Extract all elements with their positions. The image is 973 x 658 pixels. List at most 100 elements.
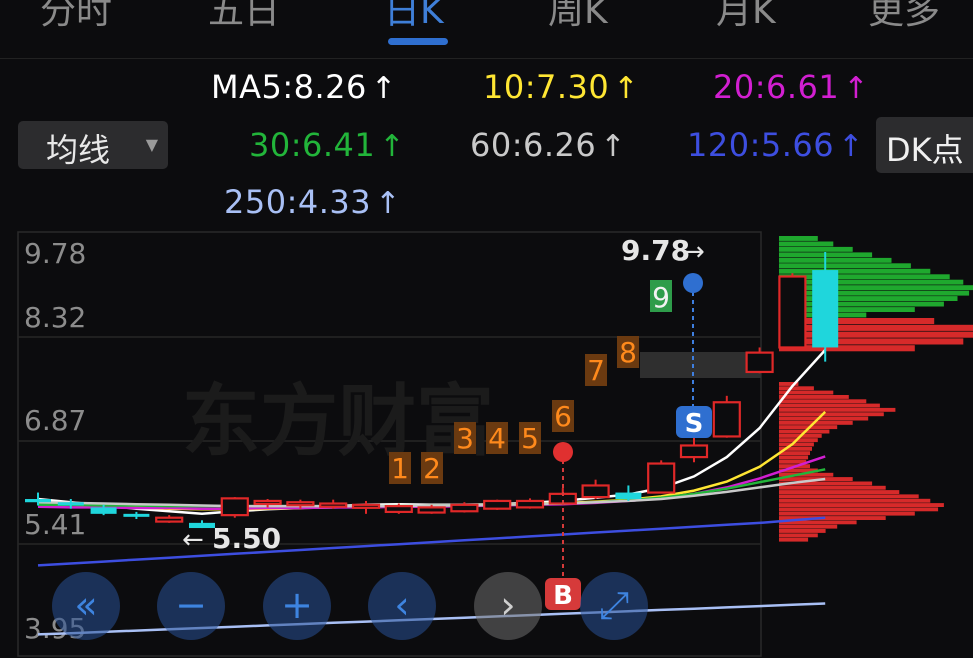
volume-profile-bar-red — [779, 524, 838, 529]
signal-number: 6 — [554, 400, 572, 433]
candle-body — [220, 497, 249, 517]
tab-weekly-k[interactable]: 周K — [548, 0, 608, 34]
plus-icon: + — [281, 583, 313, 627]
volume-profile-bar-green — [779, 236, 818, 241]
volume-profile-bar-green — [779, 290, 970, 296]
volume-profile — [779, 236, 973, 542]
volume-profile-bar-red — [779, 490, 900, 494]
ma60-indicator: 60:6.26 ↑ — [470, 126, 626, 164]
candle-body — [515, 499, 545, 509]
dk-point-button[interactable]: DK点 — [876, 117, 973, 173]
volume-profile-bar-red — [779, 399, 867, 404]
chevron-right-icon: › — [500, 583, 516, 627]
candle-body — [319, 502, 348, 508]
ma20-indicator: 20:6.61 ↑ — [713, 68, 869, 106]
candle-body — [155, 516, 184, 523]
volume-profile-bar-green — [779, 279, 964, 285]
up-arrow-icon: ↑ — [613, 71, 639, 106]
zoom-out-button[interactable]: − — [157, 572, 225, 640]
expand-icon: ⤢ — [598, 583, 630, 627]
chevron-left-icon: ‹ — [394, 583, 410, 627]
volume-profile-bar-green — [779, 241, 834, 247]
period-tab-bar: 分时 五日 日K 周K 月K 更多 — [0, 0, 973, 59]
signal-number: 7 — [587, 354, 605, 387]
high-price-arrow: → — [683, 237, 705, 267]
price-highlight-band — [640, 352, 761, 378]
scroll-right-button[interactable]: › — [474, 572, 542, 640]
y-tick-label: 6.87 — [24, 404, 86, 437]
signal-number: 5 — [521, 422, 539, 455]
signal-number: 8 — [619, 336, 637, 369]
volume-profile-bar-red — [779, 407, 896, 412]
y-tick-label: 8.32 — [24, 301, 86, 334]
signal-number: 4 — [488, 422, 506, 455]
up-arrow-icon: ↑ — [370, 71, 397, 106]
volume-profile-bar-green — [779, 268, 931, 274]
candle-body — [384, 505, 413, 514]
candle-body — [286, 501, 315, 507]
candle-body — [712, 401, 741, 438]
volume-profile-bar-green — [779, 263, 911, 269]
volume-profile-bar-red — [779, 529, 826, 533]
up-arrow-icon: ↑ — [600, 129, 626, 164]
tab-monthly-k[interactable]: 月K — [716, 0, 776, 34]
candle-body — [123, 513, 150, 517]
candle-body — [615, 492, 642, 500]
signal-number: 2 — [423, 452, 441, 485]
candle-body — [812, 270, 839, 348]
active-tab-underline — [388, 38, 448, 45]
candle-body — [581, 484, 610, 499]
volume-profile-bar-red — [779, 503, 944, 507]
ma5-indicator: MA5:8.26 ↑ — [211, 68, 397, 106]
buy-signal-dot — [553, 442, 573, 462]
buy-marker-label: B — [553, 581, 573, 611]
watermark-text: 东方财富 — [182, 377, 494, 467]
signal-number: 1 — [391, 452, 409, 485]
volume-profile-bar-red — [779, 412, 884, 417]
candle-body — [351, 503, 381, 509]
ma10-indicator: 10:7.30 ↑ — [483, 68, 639, 106]
candle-body — [417, 506, 446, 514]
candle-body — [778, 275, 807, 349]
candle-body — [90, 507, 117, 514]
indicator-dropdown[interactable]: 均线 ▼ — [18, 121, 168, 169]
volume-profile-bar-red — [779, 537, 809, 542]
volume-profile-bar-red — [779, 451, 810, 456]
tab-five-day[interactable]: 五日 — [208, 0, 280, 34]
sell-signal-dot — [683, 273, 703, 293]
up-arrow-icon: ↑ — [379, 129, 405, 164]
fullscreen-button[interactable]: ⤢ — [580, 572, 648, 640]
volume-profile-bar-red — [779, 403, 880, 408]
signal-number: 9 — [652, 281, 670, 314]
volume-profile-bar-red — [779, 442, 814, 447]
candle-body — [483, 499, 512, 510]
volume-profile-bar-green — [779, 285, 973, 291]
candle-body — [745, 351, 774, 374]
up-arrow-icon: ↑ — [843, 71, 869, 106]
y-tick-label: 5.41 — [24, 508, 86, 541]
candle-body — [57, 502, 84, 506]
minus-icon: − — [175, 583, 207, 627]
zoom-in-button[interactable]: + — [263, 572, 331, 640]
volume-profile-bar-red — [779, 324, 973, 331]
tab-more[interactable]: 更多 — [868, 0, 940, 34]
volume-profile-bar-red — [779, 507, 939, 512]
candle-body — [679, 444, 709, 459]
low-price-label: 5.50 — [212, 522, 281, 555]
tab-intraday[interactable]: 分时 — [40, 0, 112, 34]
ma120-indicator: 120:5.66 ↑ — [687, 126, 864, 164]
double-chevron-left-icon: « — [74, 583, 98, 627]
rewind-button[interactable]: « — [52, 572, 120, 640]
tab-daily-k[interactable]: 日K — [384, 0, 444, 34]
volume-profile-bar-red — [779, 485, 886, 490]
ma30-indicator: 30:6.41 ↑ — [249, 126, 405, 164]
candle-body — [450, 503, 479, 513]
volume-profile-bar-red — [779, 416, 869, 421]
volume-profile-bar-red — [779, 494, 919, 499]
scroll-left-button[interactable]: ‹ — [368, 572, 436, 640]
volume-profile-bar-red — [779, 386, 814, 391]
high-price-label: 9.78 — [621, 234, 690, 267]
up-arrow-icon: ↑ — [375, 186, 401, 221]
volume-profile-bar-red — [779, 511, 915, 516]
volume-profile-bar-red — [779, 498, 931, 503]
